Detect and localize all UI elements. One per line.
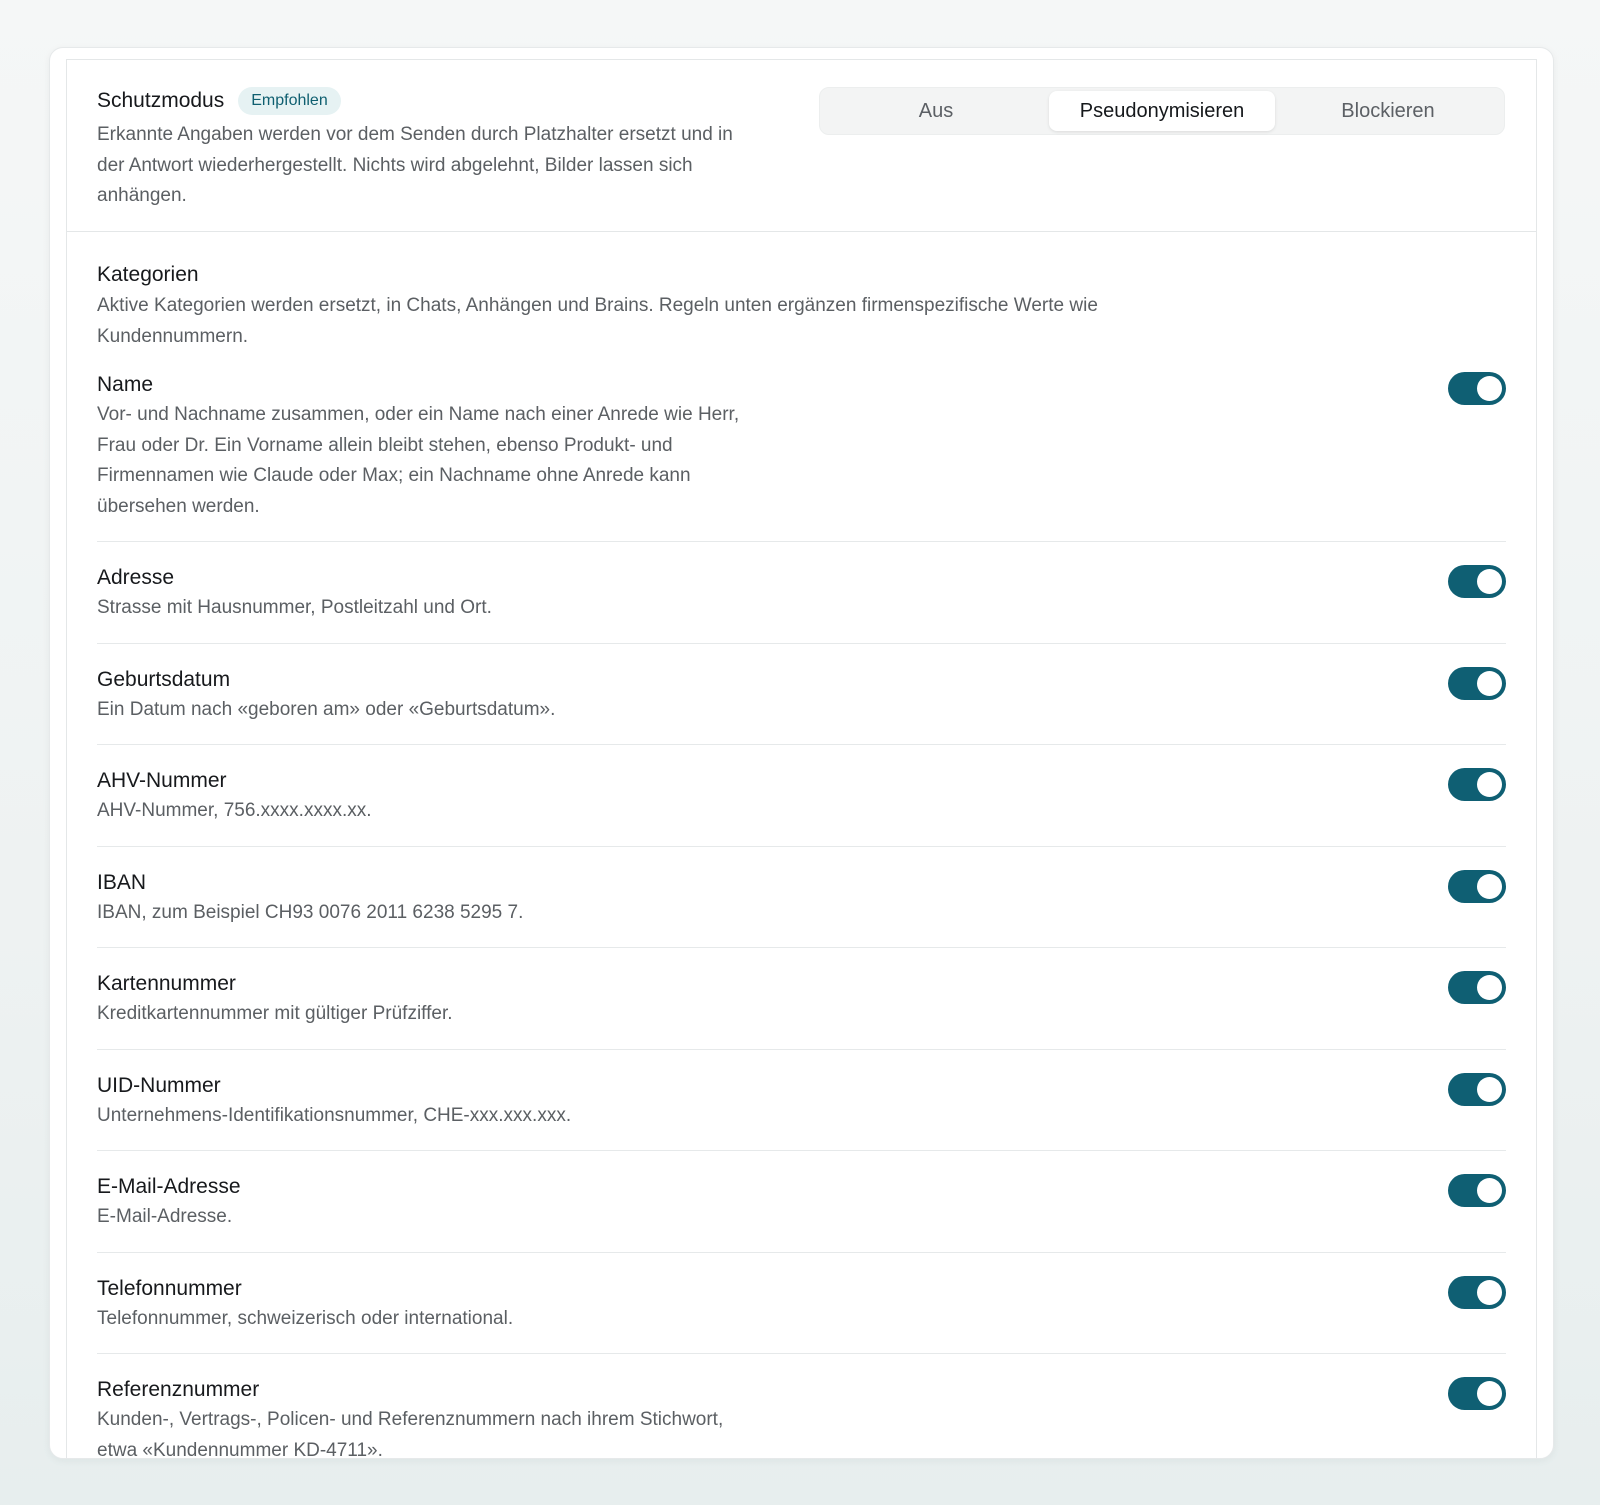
category-description: Kreditkartennummer mit gültiger Prüfziff… <box>97 1003 453 1024</box>
recommended-badge: Empfohlen <box>238 87 341 115</box>
toggle-referenznummer[interactable] <box>1448 1377 1506 1410</box>
category-list: Name Vor- und Nachname zusammen, oder ei… <box>97 363 1506 1459</box>
category-description: Ein Datum nach «geboren am» oder «Geburt… <box>97 698 556 720</box>
category-row-ahv-nummer: AHV-Nummer AHV-Nummer, 756.xxxx.xxxx.xx. <box>97 745 1506 847</box>
categories-title: Kategorien <box>97 263 199 286</box>
category-description: IBAN, zum Beispiel CH93 0076 2011 6238 5… <box>97 901 524 923</box>
toggle-knob <box>1477 1076 1502 1102</box>
category-description: Kunden-, Vertrags-, Policen- und Referen… <box>97 1409 724 1459</box>
protection-mode-description: Erkannte Angaben werden vor dem Senden d… <box>97 124 733 206</box>
category-description: Strasse mit Hausnummer, Postleitzahl und… <box>97 597 492 618</box>
category-description: Unternehmens-Identifikationsnummer, CHE-… <box>97 1104 572 1126</box>
protection-mode-segmented-control: Aus Pseudonymisieren Blockieren <box>819 87 1505 135</box>
category-title: UID-Nummer <box>97 1073 221 1097</box>
toggle-knob <box>1477 772 1502 797</box>
category-row-referenznummer: Referenznummer Kunden-, Vertrags-, Polic… <box>97 1354 1506 1459</box>
category-description: E-Mail-Adresse. <box>97 1206 233 1227</box>
category-title: IBAN <box>97 870 147 894</box>
category-row-kartennummer: Kartennummer Kreditkartennummer mit gült… <box>97 948 1506 1050</box>
category-row-adresse: Adresse Strasse mit Hausnummer, Postleit… <box>97 542 1506 644</box>
privacy-panel: Schutzmodus Empfohlen Erkannte Angaben w… <box>66 59 1537 1459</box>
category-title: AHV-Nummer <box>97 769 227 792</box>
toggle-iban[interactable] <box>1448 869 1506 903</box>
categories-section: Kategorien Aktive Kategorien werden erse… <box>67 232 1536 1459</box>
toggle-knob <box>1477 376 1502 401</box>
protection-mode-heading: Schutzmodus Empfohlen <box>97 86 341 116</box>
category-description: Vor- und Nachname zusammen, oder ein Nam… <box>97 404 740 517</box>
toggle-knob <box>1477 670 1502 696</box>
settings-card: Schutzmodus Empfohlen Erkannte Angaben w… <box>49 47 1554 1459</box>
toggle-knob <box>1477 1279 1502 1305</box>
categories-description: Aktive Kategorien werden ersetzt, in Cha… <box>97 295 1098 347</box>
category-row-name: Name Vor- und Nachname zusammen, oder ei… <box>97 363 1506 542</box>
protection-mode-title: Schutzmodus <box>97 89 225 112</box>
toggle-e-mail-adresse[interactable] <box>1448 1174 1506 1207</box>
toggle-knob <box>1477 1178 1502 1203</box>
mode-option-pseudonymisieren[interactable]: Pseudonymisieren <box>1049 91 1275 131</box>
category-title: Geburtsdatum <box>97 667 231 691</box>
toggle-ahv-nummer[interactable] <box>1448 768 1506 801</box>
category-description: AHV-Nummer, 756.xxxx.xxxx.xx. <box>97 800 372 821</box>
toggle-knob <box>1477 873 1502 899</box>
toggle-knob <box>1477 975 1502 1000</box>
mode-option-aus[interactable]: Aus <box>823 91 1049 131</box>
protection-mode-section: Schutzmodus Empfohlen Erkannte Angaben w… <box>67 60 1536 232</box>
toggle-geburtsdatum[interactable] <box>1448 666 1506 700</box>
toggle-adresse[interactable] <box>1448 565 1506 598</box>
toggle-knob <box>1477 569 1502 594</box>
category-row-e-mail-adresse: E-Mail-Adresse E-Mail-Adresse. <box>97 1151 1506 1253</box>
toggle-telefonnummer[interactable] <box>1448 1275 1506 1309</box>
category-title: Telefonnummer <box>97 1276 242 1300</box>
toggle-kartennummer[interactable] <box>1448 971 1506 1004</box>
category-row-telefonnummer: Telefonnummer Telefonnummer, schweizeris… <box>97 1253 1506 1354</box>
category-title: Name <box>97 373 154 396</box>
toggle-knob <box>1477 1381 1502 1406</box>
category-title: Referenznummer <box>97 1378 260 1401</box>
category-description: Telefonnummer, schweizerisch oder intern… <box>97 1307 514 1329</box>
category-row-geburtsdatum: Geburtsdatum Ein Datum nach «geboren am»… <box>97 644 1506 745</box>
toggle-uid-nummer[interactable] <box>1448 1072 1506 1106</box>
category-row-iban: IBAN IBAN, zum Beispiel CH93 0076 2011 6… <box>97 847 1506 948</box>
category-title: Kartennummer <box>97 972 236 995</box>
category-row-uid-nummer: UID-Nummer Unternehmens-Identifikationsn… <box>97 1050 1506 1151</box>
category-title: E-Mail-Adresse <box>97 1175 241 1198</box>
toggle-name[interactable] <box>1448 372 1506 405</box>
category-title: Adresse <box>97 566 175 589</box>
mode-option-blockieren[interactable]: Blockieren <box>1275 91 1501 131</box>
